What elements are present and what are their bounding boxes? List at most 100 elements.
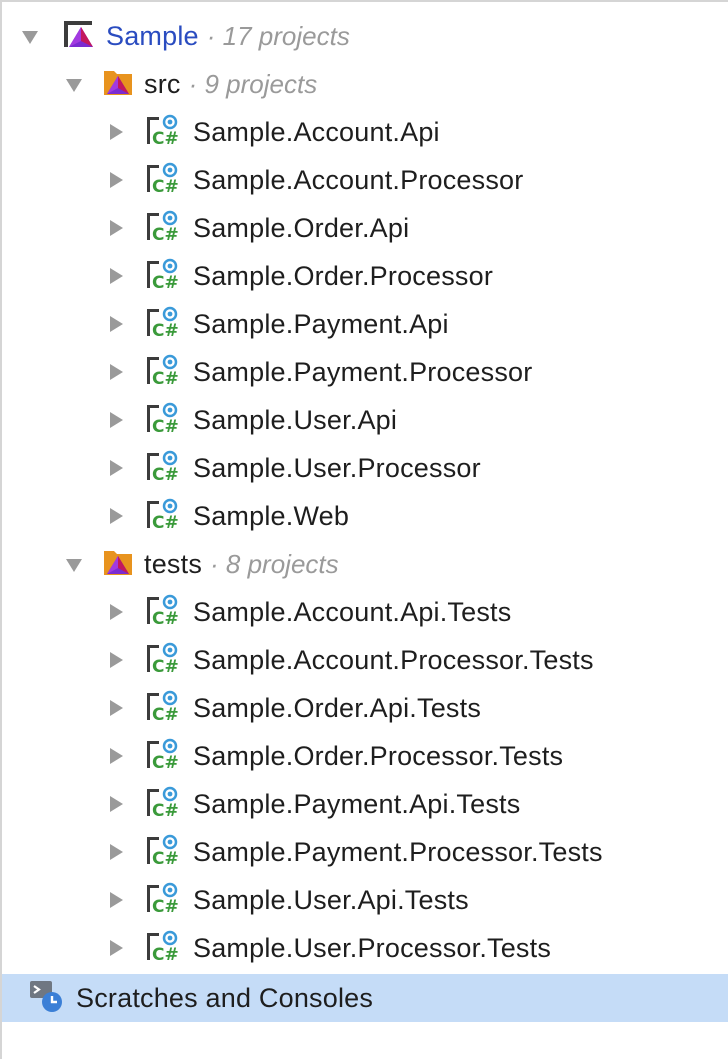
svg-text:C#: C# <box>152 177 179 195</box>
collapse-arrow-icon[interactable] <box>110 268 123 284</box>
project-label: Sample.Account.Processor <box>193 164 524 195</box>
collapse-arrow-icon[interactable] <box>110 220 123 236</box>
project-label: Sample.User.Api <box>193 404 398 435</box>
svg-text:C#: C# <box>152 417 179 435</box>
csharp-project-icon: C# <box>145 641 179 680</box>
tree-node-folder-src[interactable]: src · 9 projects <box>2 60 728 108</box>
collapse-arrow-icon[interactable] <box>110 508 123 524</box>
solution-project-count: · 17 projects <box>206 20 350 51</box>
project-label: Sample.Order.Api.Tests <box>193 692 482 723</box>
collapse-arrow-icon[interactable] <box>110 796 123 812</box>
svg-text:C#: C# <box>152 801 179 819</box>
csharp-project-icon: C# <box>145 689 179 728</box>
svg-text:C#: C# <box>152 321 179 339</box>
collapse-arrow-icon[interactable] <box>110 844 123 860</box>
svg-text:C#: C# <box>152 129 179 147</box>
tree-node-project[interactable]: C# Sample.Payment.Processor <box>2 348 728 396</box>
project-label: Sample.User.Api.Tests <box>193 884 469 915</box>
folder-project-count: · 9 projects <box>188 68 318 99</box>
collapse-arrow-icon[interactable] <box>110 604 123 620</box>
expand-arrow-icon[interactable] <box>66 78 82 92</box>
project-label: Sample.Payment.Api.Tests <box>193 788 521 819</box>
project-label: Sample.Order.Api <box>193 212 410 243</box>
project-label: Sample.Payment.Processor.Tests <box>193 836 603 867</box>
svg-text:C#: C# <box>152 369 179 387</box>
svg-text:C#: C# <box>152 945 179 963</box>
project-label: Sample.Payment.Processor <box>193 356 533 387</box>
project-label: Sample.Order.Processor.Tests <box>193 740 564 771</box>
tree-node-project[interactable]: C# Sample.Order.Processor.Tests <box>2 732 728 780</box>
tree-node-project[interactable]: C# Sample.Account.Processor.Tests <box>2 636 728 684</box>
collapse-arrow-icon[interactable] <box>110 172 123 188</box>
tree-node-project[interactable]: C# Sample.Account.Processor <box>2 156 728 204</box>
csharp-project-icon: C# <box>145 833 179 872</box>
solution-folder-icon <box>102 547 134 582</box>
tree-node-folder-tests[interactable]: tests · 8 projects <box>2 540 728 588</box>
svg-text:C#: C# <box>152 657 179 675</box>
tree-node-project[interactable]: C# Sample.Payment.Api.Tests <box>2 780 728 828</box>
csharp-project-icon: C# <box>145 257 179 296</box>
csharp-project-icon: C# <box>145 161 179 200</box>
csharp-project-icon: C# <box>145 209 179 248</box>
svg-text:C#: C# <box>152 513 179 531</box>
csharp-project-icon: C# <box>145 353 179 392</box>
project-label: Sample.Account.Api <box>193 116 440 147</box>
solution-label: Sample <box>106 20 199 51</box>
tree-node-project[interactable]: C# Sample.Order.Processor <box>2 252 728 300</box>
csharp-project-icon: C# <box>145 305 179 344</box>
collapse-arrow-icon[interactable] <box>110 364 123 380</box>
svg-text:C#: C# <box>152 897 179 915</box>
expand-arrow-icon[interactable] <box>66 558 82 572</box>
csharp-project-icon: C# <box>145 401 179 440</box>
tree-node-scratches[interactable]: Scratches and Consoles <box>2 974 728 1022</box>
collapse-arrow-icon[interactable] <box>110 748 123 764</box>
svg-text:C#: C# <box>152 609 179 627</box>
csharp-project-icon: C# <box>145 593 179 632</box>
tree-node-project[interactable]: C# Sample.User.Processor <box>2 444 728 492</box>
tree-node-project[interactable]: C# Sample.Web <box>2 492 728 540</box>
csharp-project-icon: C# <box>145 449 179 488</box>
svg-text:C#: C# <box>152 225 179 243</box>
csharp-project-icon: C# <box>145 881 179 920</box>
csharp-project-icon: C# <box>145 929 179 968</box>
svg-text:C#: C# <box>152 273 179 291</box>
collapse-arrow-icon[interactable] <box>110 892 123 908</box>
solution-folder-icon <box>102 67 134 102</box>
collapse-arrow-icon[interactable] <box>110 316 123 332</box>
folder-label: src <box>144 68 181 99</box>
collapse-arrow-icon[interactable] <box>110 460 123 476</box>
expand-arrow-icon[interactable] <box>22 30 38 44</box>
svg-text:C#: C# <box>152 465 179 483</box>
tree-node-solution[interactable]: Sample · 17 projects <box>2 12 728 60</box>
csharp-project-icon: C# <box>145 113 179 152</box>
solution-explorer-tree: Sample · 17 projects src · 9 projects C#… <box>0 0 728 1059</box>
project-label: Sample.Web <box>193 500 350 531</box>
scratches-icon <box>28 978 64 1019</box>
svg-text:C#: C# <box>152 753 179 771</box>
tree-node-project[interactable]: C# Sample.Account.Api.Tests <box>2 588 728 636</box>
tree-node-project[interactable]: C# Sample.User.Api <box>2 396 728 444</box>
project-label: Sample.Payment.Api <box>193 308 449 339</box>
csharp-project-icon: C# <box>145 785 179 824</box>
collapse-arrow-icon[interactable] <box>110 700 123 716</box>
svg-text:C#: C# <box>152 849 179 867</box>
project-label: Sample.User.Processor <box>193 452 481 483</box>
svg-text:C#: C# <box>152 705 179 723</box>
collapse-arrow-icon[interactable] <box>110 940 123 956</box>
project-label: Sample.User.Processor.Tests <box>193 932 552 963</box>
tree-node-project[interactable]: C# Sample.User.Api.Tests <box>2 876 728 924</box>
solution-icon <box>62 19 96 54</box>
tree-node-project[interactable]: C# Sample.User.Processor.Tests <box>2 924 728 972</box>
tree-node-project[interactable]: C# Sample.Account.Api <box>2 108 728 156</box>
tree-node-project[interactable]: C# Sample.Payment.Api <box>2 300 728 348</box>
collapse-arrow-icon[interactable] <box>110 412 123 428</box>
collapse-arrow-icon[interactable] <box>110 124 123 140</box>
tree-node-project[interactable]: C# Sample.Payment.Processor.Tests <box>2 828 728 876</box>
folder-label: tests <box>144 548 203 579</box>
project-label: Sample.Account.Processor.Tests <box>193 644 594 675</box>
project-label: Sample.Account.Api.Tests <box>193 596 512 627</box>
collapse-arrow-icon[interactable] <box>110 652 123 668</box>
project-label: Sample.Order.Processor <box>193 260 494 291</box>
tree-node-project[interactable]: C# Sample.Order.Api <box>2 204 728 252</box>
tree-node-project[interactable]: C# Sample.Order.Api.Tests <box>2 684 728 732</box>
